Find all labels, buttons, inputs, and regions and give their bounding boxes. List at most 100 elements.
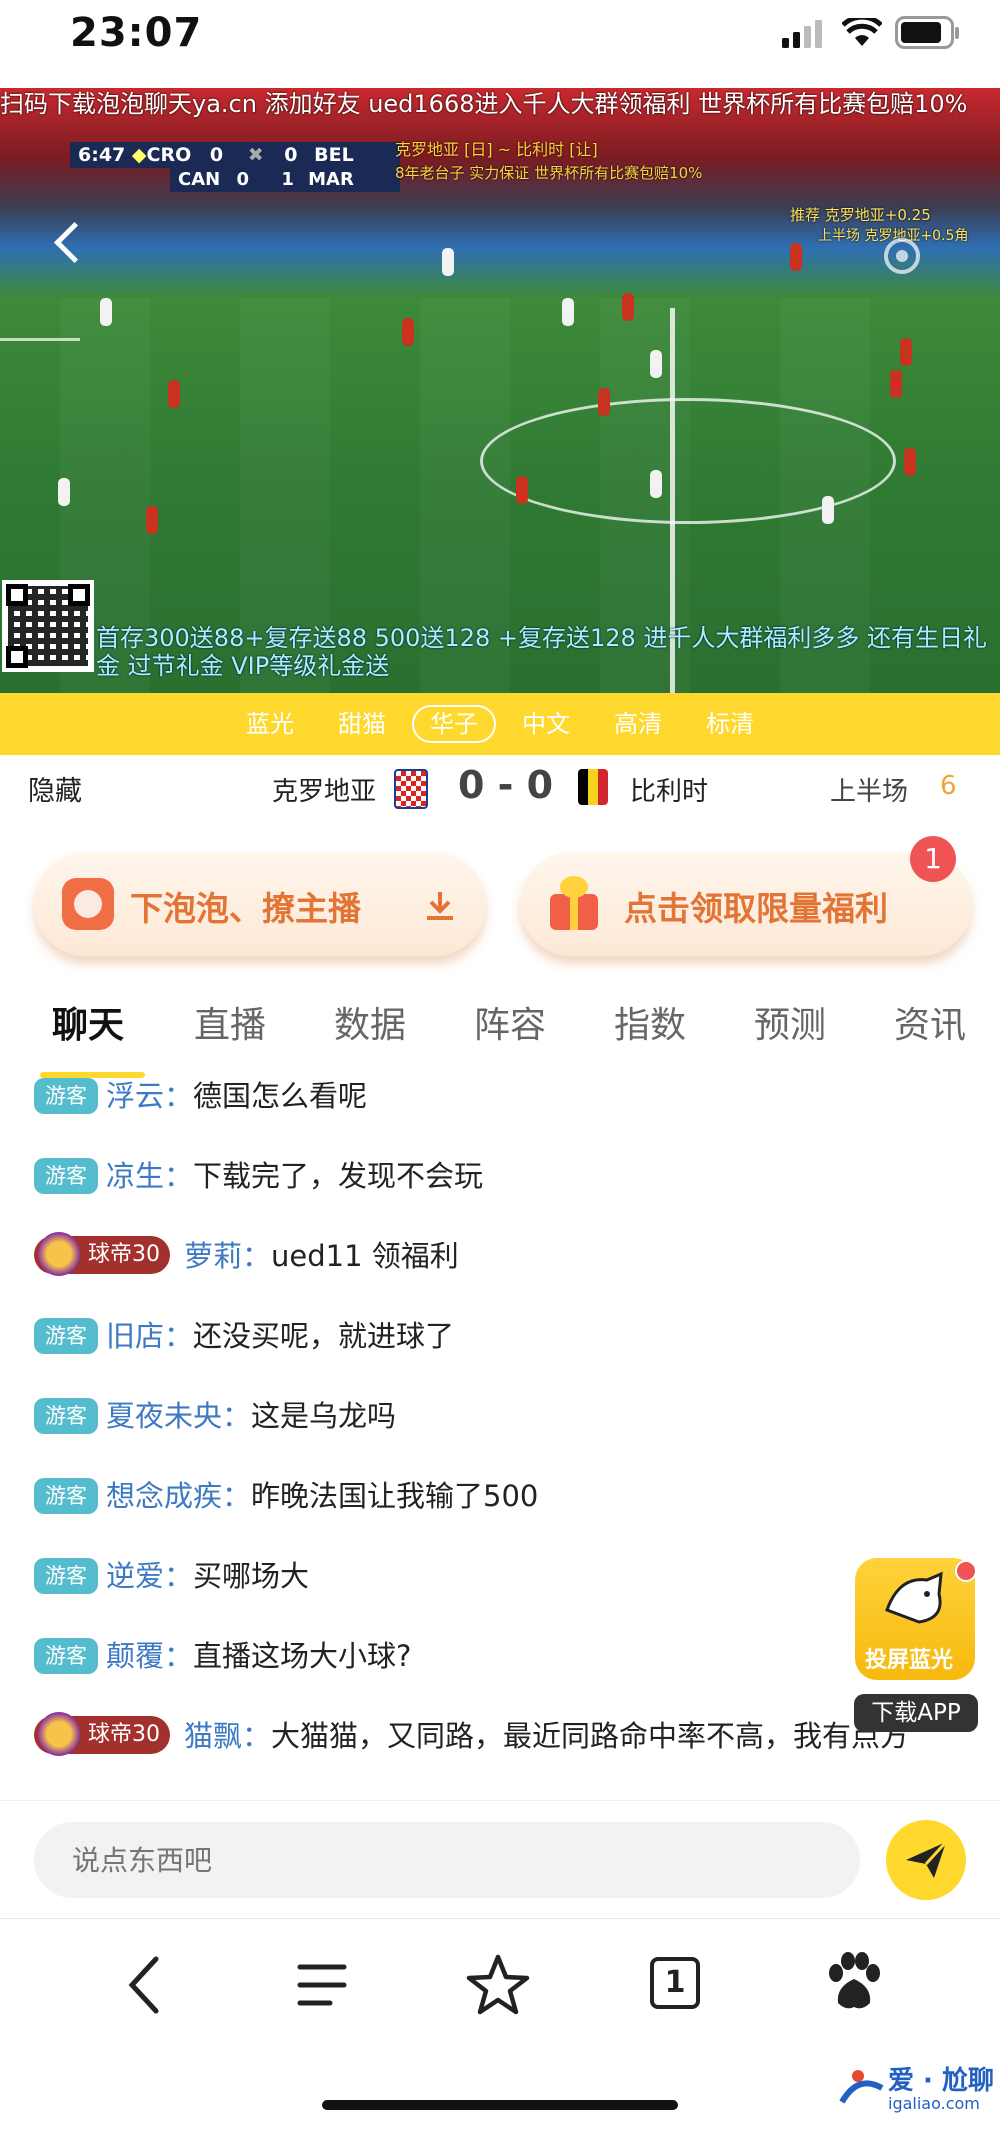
player [622, 293, 634, 321]
chat-message: 球帝30 猫飘： 大猫猫，又同路，最近同路命中率不高，我有点方 [34, 1712, 974, 1756]
chat-text: 德国怎么看呢 [193, 1079, 368, 1113]
qr-code [2, 580, 94, 672]
source-option-hd[interactable]: 高清 [598, 693, 678, 755]
chat-message: 游客 夏夜未央：这是乌龙吗 [34, 1396, 974, 1436]
baidu-paw-icon[interactable] [826, 1951, 882, 2013]
back-icon[interactable] [124, 1955, 164, 2015]
dog-icon [885, 1571, 943, 1624]
video-bottom-promo: 首存300送88+复存送88 500送128 +复存送128 进千人大群福利多多… [96, 624, 988, 680]
tab-live[interactable]: 直播 [194, 996, 266, 1048]
chat-input[interactable] [34, 1822, 860, 1898]
guest-tag: 游客 [34, 1078, 98, 1114]
chat-username[interactable]: 逆爱 [106, 1559, 164, 1593]
battery-icon [895, 16, 959, 49]
guest-tag: 游客 [34, 1398, 98, 1434]
tab-lineup[interactable]: 阵容 [474, 996, 546, 1048]
cast-notification-dot [955, 1560, 977, 1582]
player [822, 496, 834, 524]
source-selector-bar: 蓝光 甜猫 华子 中文 高清 标清 [0, 693, 1000, 755]
player [890, 370, 902, 398]
chat-username[interactable]: 猫飘 [184, 1716, 242, 1756]
download-app-button[interactable]: 下载APP [854, 1694, 978, 1732]
vip-level-tag: 球帝30 [34, 1712, 170, 1756]
source-option-tianmao[interactable]: 甜猫 [322, 693, 402, 755]
chat-text: 这是乌龙吗 [251, 1399, 397, 1433]
back-arrow-icon[interactable] [53, 221, 96, 264]
player [442, 248, 454, 276]
tab-news[interactable]: 资讯 [894, 996, 966, 1048]
download-paopao-button[interactable]: 下泡泡、撩主播 [34, 852, 486, 956]
chat-username[interactable]: 想念成疾 [106, 1479, 222, 1513]
home-team-name: 克罗地亚 [272, 777, 377, 807]
tabs-count-button[interactable]: 1 [650, 1957, 700, 2009]
chat-text: 大猫猫，又同路，最近同路命中率不高，我有点方 [271, 1719, 910, 1753]
player [598, 388, 610, 416]
settings-icon[interactable] [882, 236, 922, 276]
video-scoreboard-secondary: CAN 0 1 MAR [170, 168, 400, 192]
chat-message: 游客 凉生：下载完了，发现不会玩 [34, 1156, 974, 1196]
match-period: 上半场 [830, 777, 909, 807]
notification-badge: 1 [910, 836, 956, 882]
video-player[interactable]: 扫码下载泡泡聊天ya.cn 添加好友 ued1668进入千人大群领福利 世界杯所… [0, 88, 1000, 693]
chat-message: 游客 想念成疾：昨晚法国让我输了500 [34, 1476, 974, 1516]
wifi-icon [842, 18, 882, 46]
player [146, 506, 158, 534]
paopao-app-icon [62, 878, 114, 930]
chat-username[interactable]: 夏夜未央 [106, 1399, 222, 1433]
guest-tag: 游客 [34, 1558, 98, 1594]
home-indicator[interactable] [322, 2100, 678, 2110]
video-recommend-1: 推荐 克罗地亚+0.25 [790, 206, 931, 224]
match-info-bar: 隐藏 克罗地亚 0 - 0 比利时 上半场 6 [0, 755, 1000, 821]
player [58, 478, 70, 506]
chat-username[interactable]: 萝莉 [184, 1239, 242, 1273]
menu-icon[interactable] [296, 1961, 348, 2009]
star-bookmark-icon[interactable] [466, 1953, 530, 2015]
chat-username[interactable]: 颠覆 [106, 1639, 164, 1673]
chat-text: 买哪场大 [193, 1559, 310, 1593]
chat-username[interactable]: 旧店 [106, 1319, 164, 1353]
chat-message: 游客 颠覆：直播这场大小球? [34, 1636, 974, 1676]
watermark-title: 爱 · 尬聊 [888, 2066, 994, 2096]
chat-text: 下载完了，发现不会玩 [193, 1159, 484, 1193]
video-banner-top: 扫码下载泡泡聊天ya.cn 添加好友 ued1668进入千人大群领福利 世界杯所… [0, 90, 968, 118]
player [402, 318, 414, 346]
source-option-chinese[interactable]: 中文 [506, 693, 586, 755]
chat-text: ued11 领福利 [271, 1239, 459, 1273]
send-button[interactable] [886, 1820, 966, 1900]
tab-prediction[interactable]: 预测 [754, 996, 826, 1048]
send-icon [906, 1840, 948, 1878]
hide-button[interactable]: 隐藏 [28, 769, 82, 808]
source-option-huazi[interactable]: 华子 [412, 705, 496, 743]
chat-message: 游客 浮云：德国怎么看呢 [34, 1076, 974, 1116]
player [650, 350, 662, 378]
match-score: 0 - 0 [458, 763, 554, 807]
guest-tag: 游客 [34, 1318, 98, 1354]
chat-message: 游客 逆爱：买哪场大 [34, 1556, 974, 1596]
away-team-name: 比利时 [630, 777, 709, 807]
player [790, 243, 802, 271]
player [650, 470, 662, 498]
chat-username[interactable]: 浮云 [106, 1079, 164, 1113]
claim-welfare-button[interactable]: 点击领取限量福利 [520, 852, 972, 956]
source-option-bluray[interactable]: 蓝光 [230, 693, 310, 755]
guest-tag: 游客 [34, 1158, 98, 1194]
chat-message: 游客 旧店：还没买呢，就进球了 [34, 1316, 974, 1356]
match-minute: 6 [940, 771, 957, 801]
tab-data[interactable]: 数据 [334, 996, 406, 1048]
player [900, 338, 912, 366]
tab-index[interactable]: 指数 [614, 996, 686, 1048]
video-promo-line-1: 克罗地亚 [日] ~ 比利时 [让] [395, 140, 598, 159]
chat-text: 直播这场大小球? [193, 1639, 412, 1673]
welfare-button-label: 点击领取限量福利 [624, 889, 888, 928]
chat-username[interactable]: 凉生 [106, 1159, 164, 1193]
video-scoreboard: 6:47 ◆CRO 0 ✖ 0 BEL [70, 142, 400, 168]
tab-chat[interactable]: 聊天 [52, 996, 124, 1048]
guest-tag: 游客 [34, 1478, 98, 1514]
player [904, 448, 916, 476]
status-bar: 23:07 [0, 0, 1000, 88]
cast-bluray-label: 投屏蓝光 [865, 1648, 954, 1673]
source-option-sd[interactable]: 标清 [690, 693, 770, 755]
player [516, 476, 528, 504]
player [562, 298, 574, 326]
player [100, 298, 112, 326]
